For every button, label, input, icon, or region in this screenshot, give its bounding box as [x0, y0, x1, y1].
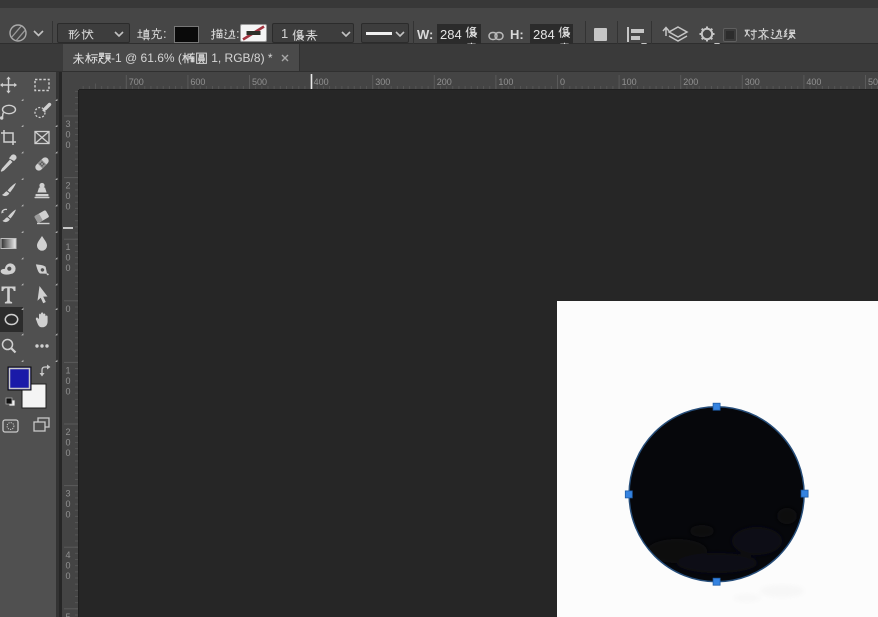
svg-text:0: 0: [66, 438, 71, 448]
svg-text:100: 100: [622, 77, 637, 87]
svg-text:0: 0: [66, 202, 71, 212]
svg-text:300: 300: [375, 77, 390, 87]
svg-text:0: 0: [66, 191, 71, 201]
svg-text:5: 5: [66, 612, 71, 617]
svg-text:0: 0: [66, 130, 71, 140]
svg-text:0: 0: [66, 386, 71, 396]
svg-text:2: 2: [66, 427, 71, 437]
svg-text:0: 0: [66, 304, 71, 314]
svg-text:3: 3: [66, 489, 71, 499]
svg-text:0: 0: [66, 263, 71, 273]
svg-text:0: 0: [560, 77, 565, 87]
svg-text:0: 0: [66, 448, 71, 458]
svg-text:500: 500: [868, 77, 878, 87]
svg-text:400: 400: [806, 77, 821, 87]
svg-text:4: 4: [66, 550, 71, 560]
svg-text:3: 3: [66, 119, 71, 129]
svg-text:2: 2: [66, 181, 71, 191]
svg-text:500: 500: [252, 77, 267, 87]
svg-text:0: 0: [66, 140, 71, 150]
svg-text:0: 0: [66, 571, 71, 581]
svg-text:1: 1: [66, 365, 71, 375]
svg-text:100: 100: [498, 77, 513, 87]
svg-text:300: 300: [745, 77, 760, 87]
svg-text:0: 0: [66, 561, 71, 571]
svg-text:0: 0: [66, 376, 71, 386]
svg-text:1: 1: [66, 242, 71, 252]
svg-text:600: 600: [190, 77, 205, 87]
svg-text:200: 200: [683, 77, 698, 87]
svg-text:700: 700: [129, 77, 144, 87]
svg-text:200: 200: [437, 77, 452, 87]
svg-text:0: 0: [66, 253, 71, 263]
svg-text:0: 0: [66, 499, 71, 509]
svg-text:0: 0: [66, 510, 71, 520]
svg-text:400: 400: [314, 77, 329, 87]
